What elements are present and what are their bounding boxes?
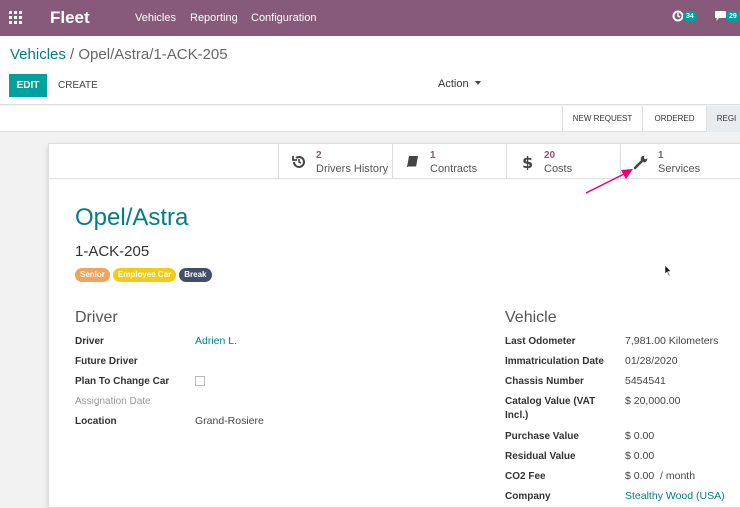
residual-value-label: Residual Value [505, 451, 576, 462]
stage-registered[interactable]: REGI [706, 106, 740, 132]
tag-employee-car[interactable]: Employee Car [112, 268, 177, 282]
dollar-icon: $ [519, 153, 535, 172]
stage-label: REGI [716, 114, 737, 123]
services-count: 1 [658, 150, 664, 161]
action-label: Action [438, 78, 469, 90]
caret-down-icon [474, 81, 481, 85]
services-button[interactable]: 1 Services [620, 144, 734, 179]
purchase-value-label: Purchase Value [505, 431, 579, 442]
messages-badge: 29 [726, 11, 740, 22]
chassis-number-value: 5454541 [625, 375, 666, 387]
drivers-history-count: 2 [316, 150, 322, 161]
contracts-label: Contracts [430, 163, 478, 175]
co2-fee-amount: $ 0.00 [625, 470, 655, 482]
tag-list: Senior Employee Car Break [75, 268, 215, 282]
breadcrumb-current: Opel/Astra/1-ACK-205 [78, 46, 228, 63]
odometer-unit: Kilometers [668, 335, 719, 347]
menu-reporting[interactable]: Reporting [190, 12, 238, 24]
location-label: Location [75, 416, 117, 427]
residual-value-value: $ 0.00 [625, 450, 655, 462]
mouse-cursor-icon [665, 265, 672, 277]
form-sheet: 2 Drivers History 1 Contracts $ 20 Costs… [48, 143, 740, 508]
assignation-date-label: Assignation Date [75, 396, 151, 407]
status-bar: NEW REQUEST ORDERED REGI [0, 106, 740, 132]
activity-badge: 34 [683, 11, 697, 22]
activity-icon[interactable] [672, 9, 684, 27]
button-box: 2 Drivers History 1 Contracts $ 20 Costs… [49, 144, 740, 179]
location-value: Grand-Rosiere [195, 415, 264, 427]
messages-icon[interactable] [714, 9, 727, 27]
driver-section-title: Driver [75, 309, 118, 326]
catalog-value-label: Catalog Value (VAT Incl.) [505, 396, 596, 421]
purchase-value-value: $ 0.00 [625, 430, 655, 442]
stage-label: ORDERED [654, 114, 695, 123]
breadcrumb-vehicles-link[interactable]: Vehicles [10, 46, 66, 63]
costs-count: 20 [544, 150, 556, 161]
plan-to-change-car-checkbox[interactable] [195, 376, 205, 386]
top-navbar: Fleet Vehicles Reporting Configuration 3… [0, 0, 740, 36]
stage-new-request[interactable]: NEW REQUEST [562, 106, 642, 132]
company-label: Company [505, 491, 551, 502]
license-plate: 1-ACK-205 [75, 243, 150, 260]
immatriculation-date-label: Immatriculation Date [505, 356, 604, 367]
driver-label: Driver [75, 336, 104, 347]
vehicle-model-title: Opel/Astra [75, 204, 189, 231]
company-value[interactable]: Stealthy Wood (USA) [625, 490, 725, 502]
contracts-button[interactable]: 1 Contracts [392, 144, 506, 179]
vehicle-section-title: Vehicle [505, 309, 557, 326]
tag-break[interactable]: Break [179, 268, 212, 282]
plan-to-change-car-label: Plan To Change Car [75, 376, 170, 387]
catalog-value-value: $ 20,000.00 [625, 395, 681, 407]
chassis-number-label: Chassis Number [505, 376, 584, 387]
stage-ordered[interactable]: ORDERED [642, 106, 706, 132]
services-label: Services [658, 163, 701, 175]
control-panel: Vehicles / Opel/Astra/1-ACK-205 EDIT CRE… [0, 36, 740, 105]
edit-button[interactable]: EDIT [9, 74, 47, 97]
create-button[interactable]: CREATE [52, 74, 104, 97]
book-icon [405, 154, 421, 170]
stage-label: NEW REQUEST [572, 114, 633, 123]
co2-fee-label: CO2 Fee [505, 471, 546, 482]
menu-vehicles[interactable]: Vehicles [135, 12, 176, 24]
action-dropdown[interactable]: Action [438, 78, 481, 90]
driver-value[interactable]: Adrien L. [195, 335, 237, 347]
odometer-number: 7,981.00 [625, 335, 666, 347]
drivers-history-button[interactable]: 2 Drivers History [278, 144, 392, 179]
co2-fee-period: / month [660, 470, 696, 482]
svg-text:$: $ [522, 154, 533, 170]
immatriculation-date-value: 01/28/2020 [625, 355, 678, 367]
history-icon [291, 154, 307, 170]
breadcrumb-separator: / [70, 46, 75, 63]
costs-button[interactable]: $ 20 Costs [506, 144, 620, 179]
last-odometer-value: 7,981.00 Kilometers [625, 335, 718, 347]
co2-fee-value: $ 0.00 / month [625, 470, 695, 482]
contracts-count: 1 [430, 150, 436, 161]
costs-label: Costs [544, 163, 573, 175]
wrench-icon [633, 154, 649, 170]
app-brand[interactable]: Fleet [50, 8, 90, 28]
future-driver-label: Future Driver [75, 356, 138, 367]
breadcrumb: Vehicles / Opel/Astra/1-ACK-205 [10, 46, 228, 63]
apps-menu-icon[interactable] [9, 11, 23, 24]
tag-senior[interactable]: Senior [75, 268, 110, 282]
last-odometer-label: Last Odometer [505, 336, 576, 347]
menu-configuration[interactable]: Configuration [251, 12, 316, 24]
drivers-history-label: Drivers History [316, 163, 389, 175]
